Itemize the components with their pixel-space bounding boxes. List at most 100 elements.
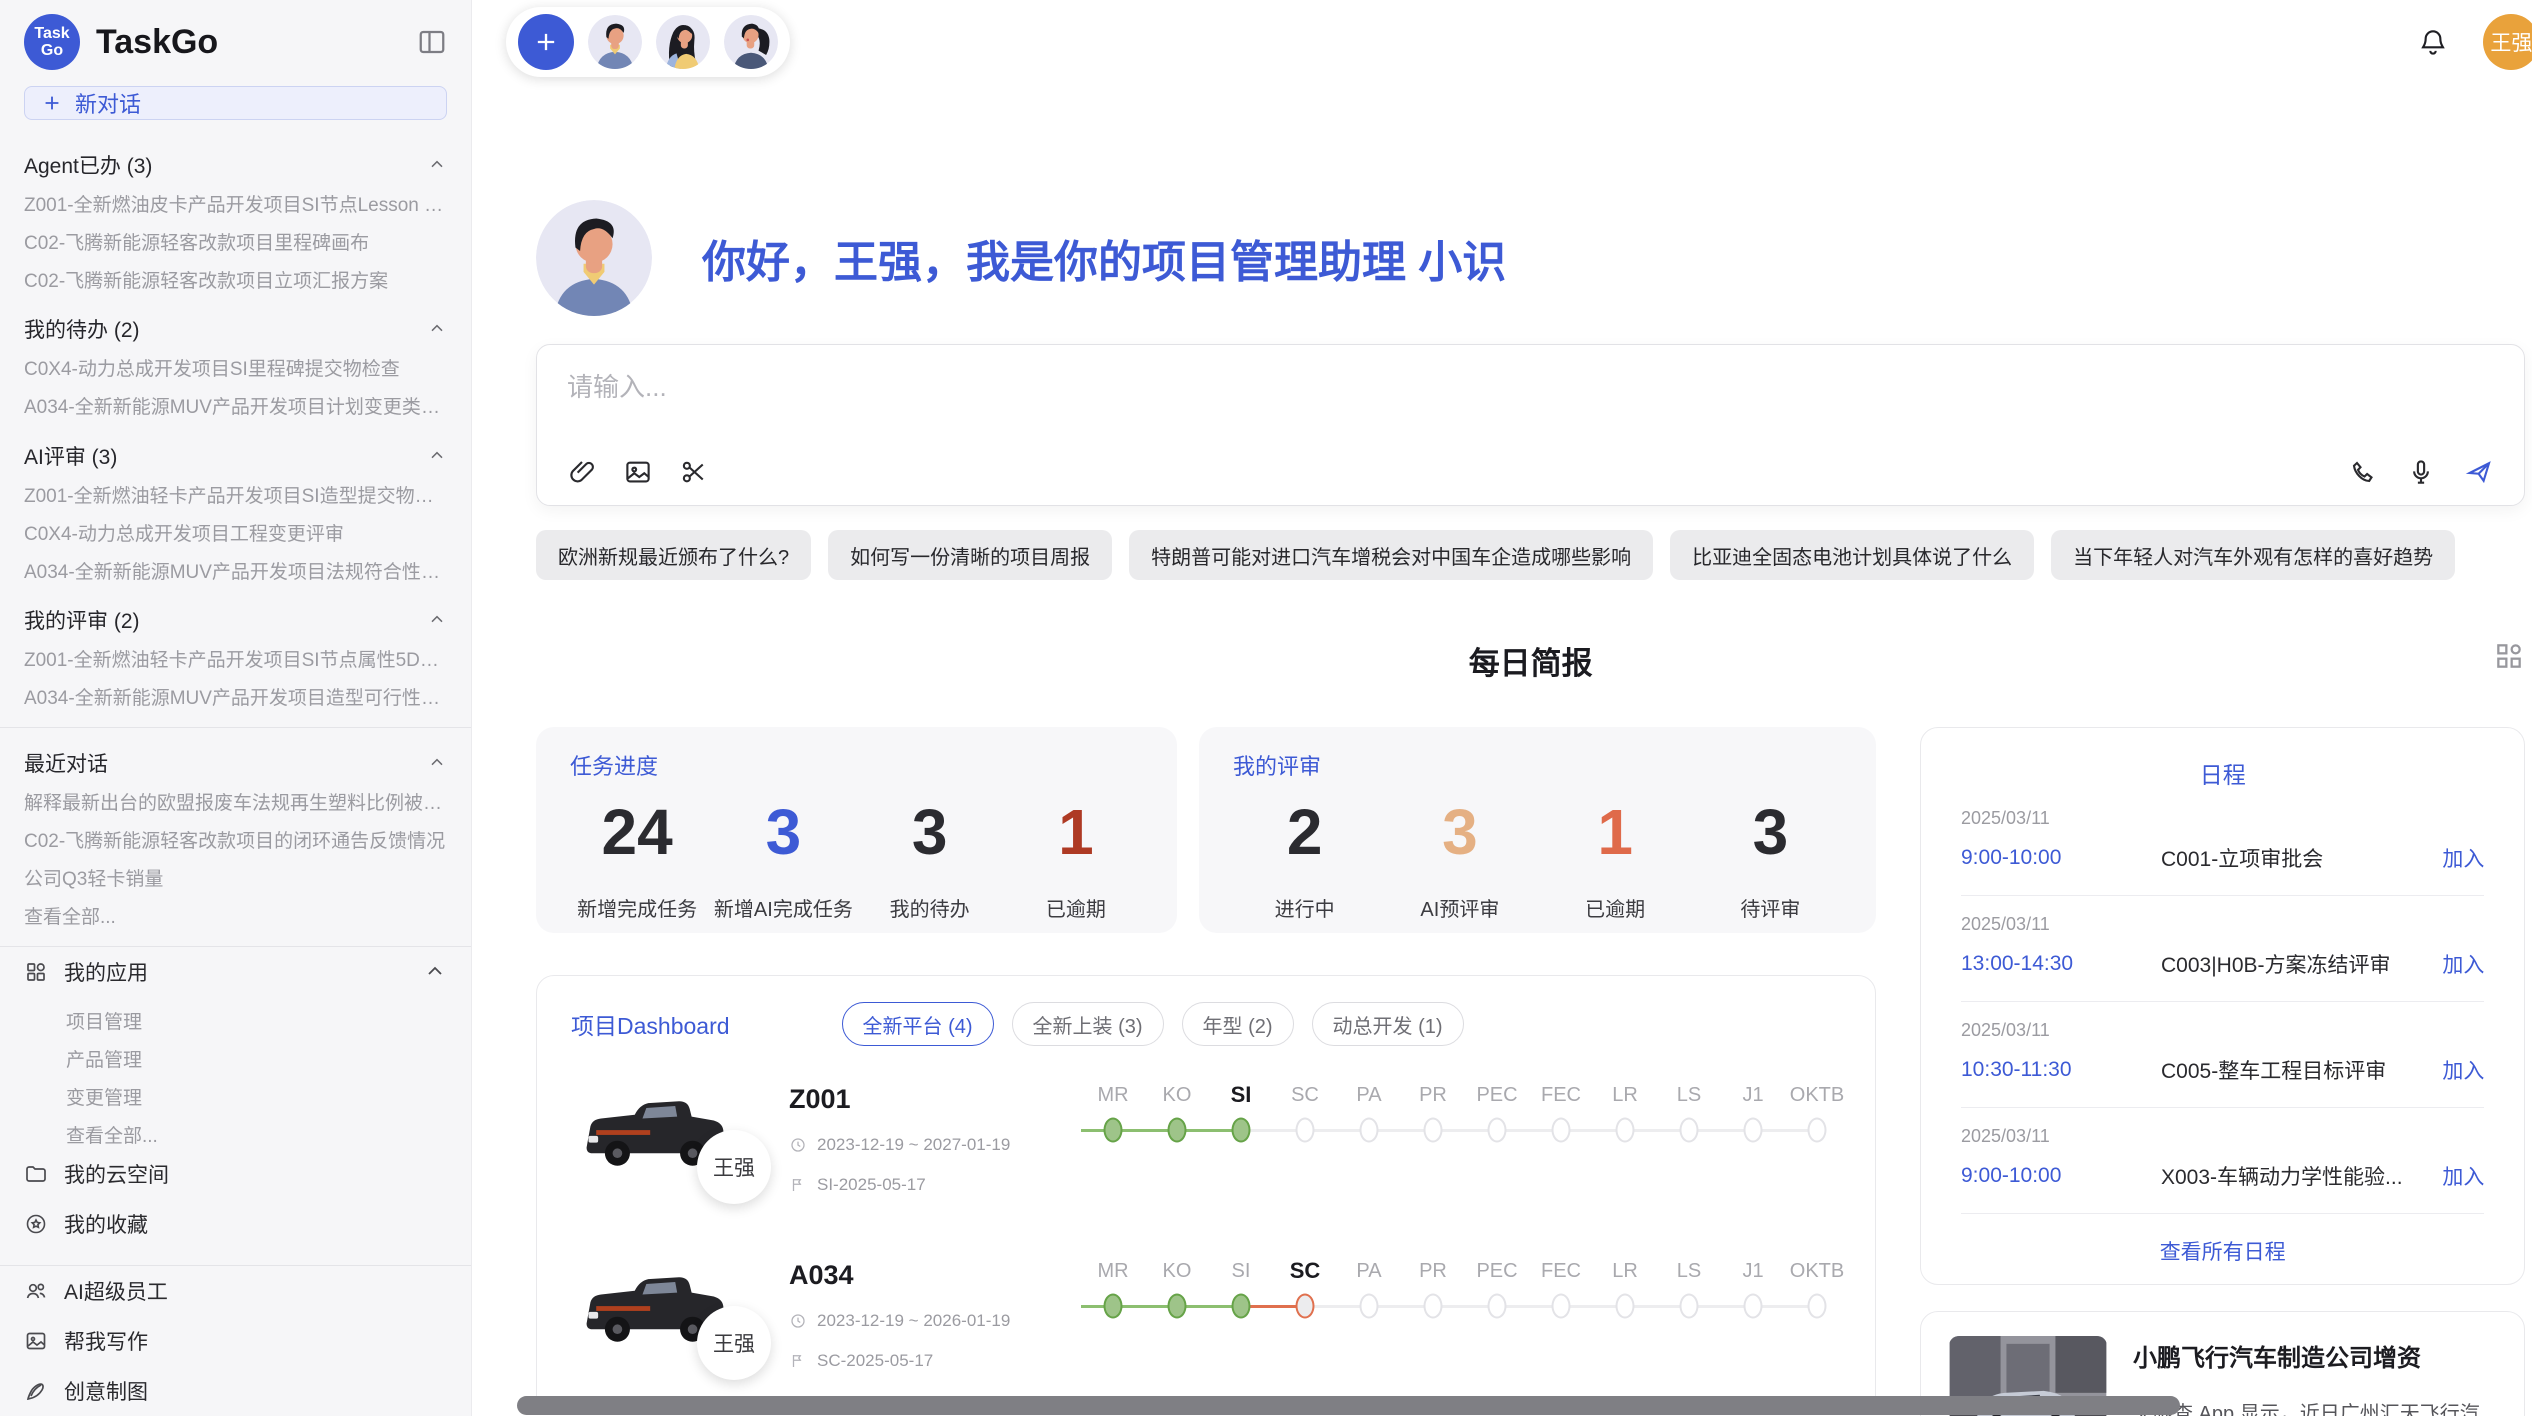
milestone-dot — [1168, 1118, 1187, 1143]
add-session-button[interactable] — [518, 14, 574, 70]
apps-grid-icon — [24, 960, 48, 984]
milestone: MR — [1081, 1256, 1145, 1326]
project-row[interactable]: 王强 A034 2023-12-19 ~ 2026-01-19 — [537, 1222, 1875, 1398]
horizontal-scrollbar-thumb[interactable] — [517, 1396, 2180, 1415]
assistant-avatar[interactable] — [724, 15, 778, 69]
app-item-project-mgmt[interactable]: 项目管理 — [24, 997, 447, 1035]
section-header-my-todo[interactable]: 我的待办 (2) — [24, 314, 447, 344]
insert-image-icon[interactable] — [623, 457, 653, 487]
stat-value: 1 — [1538, 795, 1693, 869]
new-chat-button[interactable]: 新对话 — [24, 86, 447, 120]
tab-model-year[interactable]: 年型 (2) — [1182, 1002, 1294, 1046]
microphone-icon[interactable] — [2406, 457, 2436, 487]
suggestion-chip[interactable]: 比亚迪全固态电池计划具体说了什么 — [1670, 530, 2034, 580]
milestone-dot — [1616, 1118, 1635, 1143]
section-header-recent-chats[interactable]: 最近对话 — [24, 748, 447, 778]
schedule-view-all-link[interactable]: 查看所有日程 — [1961, 1236, 2484, 1266]
project-row[interactable]: 王强 Z001 2023-12-19 ~ 2027-01-19 — [537, 1046, 1875, 1222]
sidebar-task-item[interactable]: A034-全新新能源MUV产品开发项目法规符合性评审 — [24, 547, 447, 585]
sidebar-item-cloud-space[interactable]: 我的云空间 — [24, 1149, 447, 1199]
project-date-range: 2023-12-19 ~ 2026-01-19 — [817, 1311, 1010, 1331]
milestone: PR — [1401, 1080, 1465, 1150]
sidebar-task-item[interactable]: Z001-全新燃油轻卡产品开发项目SI造型提交物评审 — [24, 471, 447, 509]
milestone: J1 — [1721, 1080, 1785, 1150]
project-flag-label: SI-2025-05-17 — [817, 1175, 926, 1195]
recent-chat-item[interactable]: 解释最新出台的欧盟报废车法规再生塑料比例被调至15%... — [24, 778, 447, 816]
milestone-dot — [1168, 1294, 1187, 1319]
milestone-track — [1337, 1110, 1401, 1150]
schedule-join-link[interactable]: 加入 — [2442, 949, 2484, 979]
sidebar-task-item[interactable]: A034-全新新能源MUV产品开发项目造型可行性评审 — [24, 673, 447, 711]
screenshot-scissors-icon[interactable] — [679, 457, 709, 487]
app-item-product-mgmt[interactable]: 产品管理 — [24, 1035, 447, 1073]
milestone-dot — [1744, 1294, 1763, 1319]
schedule-join-link[interactable]: 加入 — [2442, 1055, 2484, 1085]
milestone: MR — [1081, 1080, 1145, 1150]
assistant-avatar[interactable] — [588, 15, 642, 69]
section-title: 我的待办 (2) — [24, 314, 140, 344]
stat-pending-review: 3 待评审 — [1693, 795, 1848, 922]
app-title: TaskGo — [96, 23, 417, 62]
recent-chat-item[interactable]: 公司Q3轻卡销量 — [24, 854, 447, 892]
suggestion-chip[interactable]: 特朗普可能对进口汽车增税会对中国车企造成哪些影响 — [1129, 530, 1653, 580]
daily-briefing-title: 每日简报 — [1469, 646, 1593, 681]
schedule-time: 9:00-10:00 — [1961, 1164, 2161, 1188]
section-title: Agent已办 (3) — [24, 150, 152, 180]
section-header-ai-review[interactable]: AI评审 (3) — [24, 441, 447, 471]
suggestion-chip[interactable]: 当下年轻人对汽车外观有怎样的喜好趋势 — [2051, 530, 2455, 580]
schedule-event-title: C003|H0B-方案冻结评审 — [2161, 949, 2442, 979]
news-title: 小鹏飞行汽车制造公司增资 — [2133, 1338, 2496, 1373]
recent-chat-item[interactable]: C02-飞腾新能源轻客改款项目的闭环通告反馈情况 — [24, 816, 447, 854]
stat-cards-row: 任务进度 24 新增完成任务 3 新增AI完成任务 — [536, 727, 1876, 933]
suggestion-chip[interactable]: 欧洲新规最近颁布了什么? — [536, 530, 811, 580]
recent-chats-view-all[interactable]: 查看全部... — [24, 892, 447, 930]
notification-bell-icon[interactable] — [2417, 26, 2449, 58]
section-header-agent-done[interactable]: Agent已办 (3) — [24, 150, 447, 180]
sidebar-item-favorites[interactable]: 我的收藏 — [24, 1199, 447, 1249]
schedule-title: 日程 — [1961, 756, 2484, 790]
section-title: AI评审 (3) — [24, 441, 117, 471]
send-icon[interactable] — [2464, 457, 2494, 487]
sidebar-item-my-apps[interactable]: 我的应用 — [24, 947, 447, 997]
sidebar-task-item[interactable]: Z001-全新燃油轻卡产品开发项目SI节点属性5D文件评审 — [24, 635, 447, 673]
briefing-right-column: 日程 2025/03/11 9:00-10:00 C001-立项审批会 加入 2… — [1920, 727, 2525, 1416]
sidebar-task-item[interactable]: Z001-全新燃油皮卡产品开发项目SI节点Lesson Learn报告 — [24, 180, 447, 218]
milestone-label: J1 — [1721, 1256, 1785, 1286]
flag-icon — [789, 1352, 807, 1370]
project-dates: 2023-12-19 ~ 2027-01-19 — [789, 1135, 1037, 1155]
schedule-join-link[interactable]: 加入 — [2442, 843, 2484, 873]
message-input[interactable] — [567, 367, 2494, 457]
sidebar-item-ai-staff[interactable]: AI超级员工 — [24, 1266, 447, 1316]
daily-briefing-header: 每日简报 — [536, 638, 2525, 683]
suggestion-chip[interactable]: 如何写一份清晰的项目周报 — [828, 530, 1112, 580]
layout-grid-icon[interactable] — [2493, 640, 2525, 672]
section-header-my-review[interactable]: 我的评审 (2) — [24, 605, 447, 635]
attachment-icon[interactable] — [567, 457, 597, 487]
sidebar-task-item[interactable]: C02-飞腾新能源轻客改款项目立项汇报方案 — [24, 256, 447, 294]
sidebar-task-item[interactable]: A034-全新新能源MUV产品开发项目计划变更类编写 — [24, 382, 447, 420]
schedule-join-link[interactable]: 加入 — [2442, 1161, 2484, 1191]
apps-view-all[interactable]: 查看全部... — [24, 1111, 447, 1149]
milestone-timeline: MRKOSISCPAPRPECFECLRLSJ1OKTB — [1081, 1080, 1849, 1150]
stat-label: AI预评审 — [1382, 893, 1537, 922]
milestone-label: PR — [1401, 1080, 1465, 1110]
milestone-track — [1721, 1110, 1785, 1150]
milestone-track — [1593, 1286, 1657, 1326]
assistant-avatar[interactable] — [656, 15, 710, 69]
stat-review-overdue: 1 已逾期 — [1538, 795, 1693, 922]
voice-call-icon[interactable] — [2348, 457, 2378, 487]
tab-new-body[interactable]: 全新上装 (3) — [1012, 1002, 1164, 1046]
collapse-sidebar-icon[interactable] — [417, 27, 447, 57]
milestone-label: PA — [1337, 1256, 1401, 1286]
tab-new-platform[interactable]: 全新平台 (4) — [842, 1002, 994, 1046]
tab-powertrain[interactable]: 动总开发 (1) — [1312, 1002, 1464, 1046]
sidebar-item-creative-draw[interactable]: 创意制图 — [24, 1366, 447, 1416]
sidebar-task-item[interactable]: C02-飞腾新能源轻客改款项目里程碑画布 — [24, 218, 447, 256]
chevron-up-icon — [423, 960, 447, 984]
user-avatar[interactable]: 王强 — [2483, 14, 2532, 70]
sidebar-task-item[interactable]: C0X4-动力总成开发项目工程变更评审 — [24, 509, 447, 547]
project-dashboard-card: 项目Dashboard 全新平台 (4) 全新上装 (3) 年型 (2) 动总开… — [536, 975, 1876, 1415]
app-item-change-mgmt[interactable]: 变更管理 — [24, 1073, 447, 1111]
sidebar-item-help-write[interactable]: 帮我写作 — [24, 1316, 447, 1366]
sidebar-task-item[interactable]: C0X4-动力总成开发项目SI里程碑提交物检查 — [24, 344, 447, 382]
